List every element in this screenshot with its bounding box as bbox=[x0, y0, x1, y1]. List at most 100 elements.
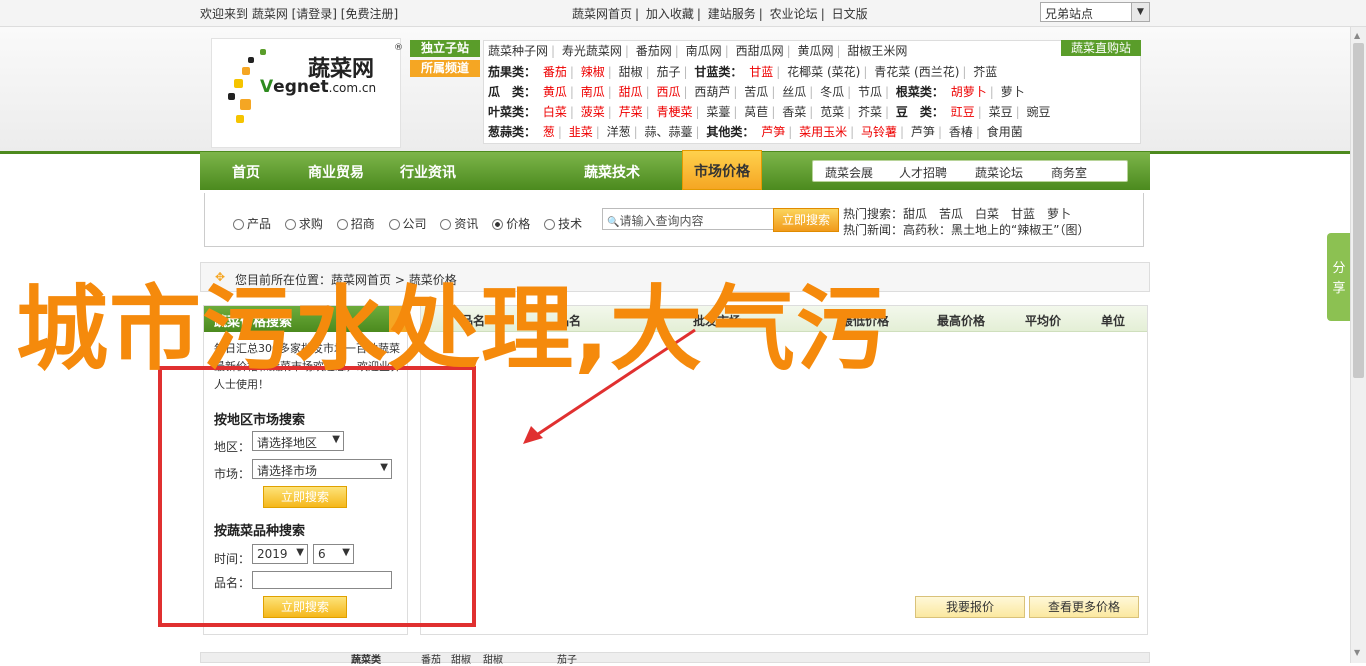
nav-tech[interactable]: 蔬菜技术 bbox=[584, 162, 640, 182]
category-label: 甘蓝类： bbox=[694, 65, 743, 79]
category-link[interactable]: 芥菜 bbox=[858, 105, 882, 119]
category-link[interactable]: 菠菜 bbox=[581, 105, 605, 119]
radio-product[interactable]: 产品 bbox=[233, 217, 271, 231]
sister-sites-select[interactable]: 兄弟站点 ▼ bbox=[1040, 2, 1150, 22]
sub-site-link[interactable]: 南瓜网 bbox=[686, 44, 722, 58]
subnav-jobs[interactable]: 人才招聘 bbox=[899, 164, 947, 181]
welcome-text[interactable]: 欢迎来到 蔬菜网 [请登录] [免费注册] bbox=[200, 5, 398, 22]
category-link[interactable]: 葱 bbox=[543, 125, 555, 139]
nav-trade[interactable]: 商业贸易 bbox=[308, 162, 364, 182]
radio-tech[interactable]: 技术 bbox=[544, 217, 582, 231]
subnav-business[interactable]: 商务室 bbox=[1051, 164, 1087, 181]
channel-tags: 独立子站 所属频道 bbox=[410, 40, 480, 80]
category-link[interactable]: 黄瓜 bbox=[543, 85, 567, 99]
radio-news[interactable]: 资讯 bbox=[440, 217, 478, 231]
direct-purchase-link[interactable]: 蔬菜直购站 bbox=[1061, 40, 1141, 56]
search-icon: 🔍 bbox=[607, 217, 620, 228]
category-link[interactable]: 洋葱 bbox=[607, 125, 631, 139]
category-link[interactable]: 苦瓜 bbox=[744, 85, 768, 99]
top-link-forum[interactable]: 农业论坛 bbox=[770, 7, 818, 21]
quote-button[interactable]: 我要报价 bbox=[915, 596, 1025, 618]
top-link-build[interactable]: 建站服务 bbox=[708, 7, 756, 21]
category-link[interactable]: 芹菜 bbox=[619, 105, 643, 119]
category-link[interactable]: 节瓜 bbox=[858, 85, 882, 99]
top-link-japanese[interactable]: 日文版 bbox=[832, 7, 868, 21]
category-link[interactable]: 甜椒 bbox=[619, 65, 643, 79]
scroll-up-icon[interactable]: ▲ bbox=[1354, 31, 1360, 40]
category-link[interactable]: 西葫芦 bbox=[694, 85, 730, 99]
share-tab[interactable]: 分享 bbox=[1327, 233, 1351, 321]
category-link[interactable]: 白菜 bbox=[543, 105, 567, 119]
bottom-item[interactable]: 番茄 bbox=[421, 651, 441, 666]
category-link[interactable]: 菜薹 bbox=[706, 105, 730, 119]
search-button[interactable]: 立即搜索 bbox=[773, 208, 839, 232]
category-link[interactable]: 菜豆 bbox=[989, 105, 1013, 119]
bottom-section: 蔬菜类 番茄 甜椒 甜椒 茄子 bbox=[200, 651, 1150, 666]
hot-news-item[interactable]: 高药秋：黑土地上的“辣椒王”（图） bbox=[903, 223, 1089, 237]
scrollbar[interactable]: ▲ ▼ bbox=[1350, 27, 1366, 663]
sub-site-link[interactable]: 黄瓜网 bbox=[797, 44, 833, 58]
category-link[interactable]: 青花菜 (西兰花) bbox=[874, 65, 959, 79]
category-link[interactable]: 芦笋 bbox=[911, 125, 935, 139]
radio-company[interactable]: 公司 bbox=[388, 217, 427, 231]
category-link[interactable]: 芥蓝 bbox=[973, 65, 997, 79]
category-link[interactable]: 甘蓝 bbox=[749, 65, 773, 79]
category-link[interactable]: 豇豆 bbox=[951, 105, 975, 119]
category-link[interactable]: 番茄 bbox=[543, 65, 567, 79]
top-link-home[interactable]: 蔬菜网首页 bbox=[572, 7, 632, 21]
category-link[interactable]: 食用菌 bbox=[987, 125, 1023, 139]
more-prices-button[interactable]: 查看更多价格 bbox=[1029, 596, 1139, 618]
sub-site-link[interactable]: 甜椒王米网 bbox=[847, 44, 907, 58]
category-link[interactable]: 香菜 bbox=[782, 105, 806, 119]
radio-icon bbox=[388, 219, 400, 230]
logo-dot bbox=[236, 115, 244, 123]
category-link[interactable]: 胡萝卜 bbox=[951, 85, 987, 99]
search-input[interactable]: 🔍请输入查询内容 bbox=[602, 208, 778, 230]
category-link[interactable]: 青梗菜 bbox=[657, 105, 693, 119]
scroll-down-icon[interactable]: ▼ bbox=[1354, 648, 1360, 657]
category-link[interactable]: 茄子 bbox=[657, 65, 681, 79]
bottom-item[interactable]: 甜椒 bbox=[451, 651, 471, 666]
hot-search: 热门搜索：甜瓜 苦瓜 白菜 甘蓝 萝卜 热门新闻：高药秋：黑土地上的“辣椒王”（… bbox=[843, 206, 1089, 238]
nav-news[interactable]: 行业资讯 bbox=[400, 162, 456, 182]
sub-site-link[interactable]: 西甜瓜网 bbox=[736, 44, 784, 58]
category-link[interactable]: 南瓜 bbox=[581, 85, 605, 99]
category-link[interactable]: 苋菜 bbox=[820, 105, 844, 119]
category-link[interactable]: 冬瓜 bbox=[820, 85, 844, 99]
category-link[interactable]: 莴苣 bbox=[744, 105, 768, 119]
category-link[interactable]: 韭菜 bbox=[569, 125, 593, 139]
site-logo[interactable]: 蔬菜网 ® Vegnet.com.cn bbox=[211, 38, 403, 148]
arrow-head bbox=[523, 426, 543, 444]
category-link[interactable]: 菜用玉米 bbox=[799, 125, 847, 139]
category-link[interactable]: 豌豆 bbox=[1026, 105, 1050, 119]
radio-invest[interactable]: 招商 bbox=[336, 217, 375, 231]
category-link[interactable]: 甜瓜 bbox=[619, 85, 643, 99]
category-link[interactable]: 丝瓜 bbox=[782, 85, 806, 99]
category-link[interactable]: 香椿 bbox=[949, 125, 973, 139]
sub-site-link[interactable]: 番茄网 bbox=[636, 44, 672, 58]
category-label: 叶菜类： bbox=[488, 105, 537, 119]
hot-search-items[interactable]: 甜瓜 苦瓜 白菜 甘蓝 萝卜 bbox=[903, 207, 1071, 221]
category-link[interactable]: 西瓜 bbox=[657, 85, 681, 99]
sub-site-link[interactable]: 寿光蔬菜网 bbox=[562, 44, 622, 58]
nav-market-price[interactable]: 市场价格 bbox=[682, 150, 762, 190]
radio-icon bbox=[544, 219, 556, 230]
nav-home[interactable]: 首页 bbox=[232, 162, 260, 182]
category-link[interactable]: 马铃薯 bbox=[861, 125, 897, 139]
category-link[interactable]: 萝卜 bbox=[1001, 85, 1025, 99]
category-link[interactable]: 花椰菜 (菜花) bbox=[787, 65, 860, 79]
bottom-item[interactable]: 茄子 bbox=[557, 651, 577, 666]
category-panel: 蔬菜种子网 | 寿光蔬菜网 | 番茄网 | 南瓜网 | 西甜瓜网 | 黄瓜网 | 甜椒王米网… bbox=[483, 40, 1141, 144]
category-link[interactable]: 蒜、蒜薹 bbox=[645, 125, 693, 139]
sub-site-link[interactable]: 蔬菜种子网 bbox=[488, 44, 548, 58]
category-link[interactable]: 芦笋 bbox=[761, 125, 785, 139]
radio-buy[interactable]: 求购 bbox=[284, 217, 323, 231]
radio-price[interactable]: 价格 bbox=[492, 217, 530, 231]
column-header: 最高价格 bbox=[937, 314, 986, 328]
top-link-favorite[interactable]: 加入收藏 bbox=[646, 7, 694, 21]
subnav-expo[interactable]: 蔬菜会展 bbox=[825, 164, 873, 181]
category-link[interactable]: 辣椒 bbox=[581, 65, 605, 79]
subnav-forum[interactable]: 蔬菜论坛 bbox=[975, 164, 1023, 181]
bottom-item[interactable]: 甜椒 bbox=[483, 651, 503, 666]
scroll-thumb[interactable] bbox=[1353, 43, 1364, 378]
